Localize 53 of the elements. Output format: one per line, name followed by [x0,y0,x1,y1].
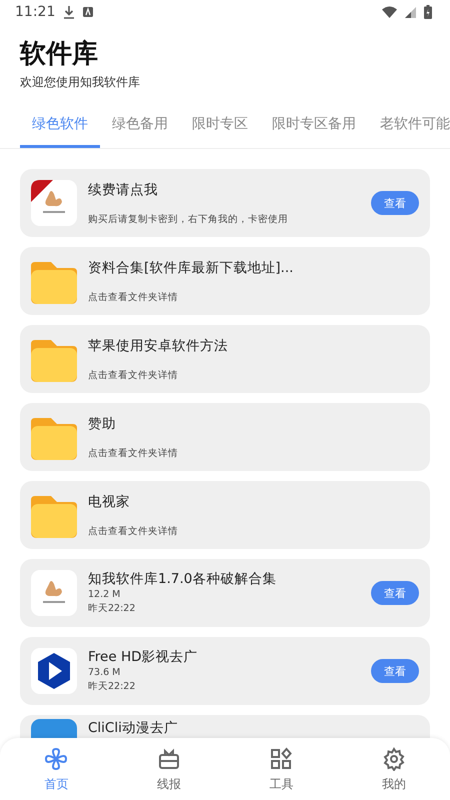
item-description: 购买后请复制卡密到，右下角我的，卡密使用 [88,212,289,226]
download-icon [63,5,76,19]
file-date: 昨天22:22 [88,602,136,616]
list-card[interactable]: 知我软件库1.7.0各种破解合集 12.2 M 昨天22:22 查看 [20,559,430,627]
view-button[interactable]: 查看 [371,191,419,215]
category-tab[interactable]: 老软件可能 [368,105,450,148]
item-title: CliCli动漫去广 [88,719,179,737]
play-app-icon [31,648,77,694]
nav-tab[interactable]: 工具 [225,738,338,800]
page-subtitle: 欢迎您使用知我软件库 [20,74,141,91]
list-card[interactable]: CliCli动漫去广 [20,715,430,738]
gift-icon [156,747,181,771]
list-card[interactable]: 续费请点我 购买后请复制卡密到，右下角我的，卡密使用 查看 [20,169,430,237]
apps-grid-icon [269,747,294,771]
wifi-icon [382,6,397,18]
list-card[interactable]: 电视家 点击查看文件夹详情 [20,481,430,549]
page-title: 软件库 [20,38,99,71]
signal-icon [405,6,416,18]
view-button[interactable]: 查看 [371,581,419,605]
rabbit-logo-icon [31,180,77,226]
item-description: 点击查看文件夹详情 [88,446,179,460]
nav-tab[interactable]: 线报 [112,738,225,800]
list-card[interactable]: 苹果使用安卓软件方法 点击查看文件夹详情 [20,325,430,393]
item-title: Free HD影视去广 [88,648,198,666]
category-tab[interactable]: 绿色软件 [20,105,100,148]
rabbit-logo-icon [31,570,77,616]
list-card[interactable]: 资料合集[软件库最新下载地址]... 点击查看文件夹详情 [20,247,430,315]
item-title: 电视家 [88,492,131,510]
file-date: 昨天22:22 [88,680,136,694]
category-tab[interactable]: 限时专区备用 [260,105,368,148]
category-tab[interactable]: 绿色备用 [100,105,180,148]
item-title: 苹果使用安卓软件方法 [88,336,229,354]
item-description: 点击查看文件夹详情 [88,368,179,382]
file-size: 12.2 M [88,588,122,602]
item-description: 点击查看文件夹详情 [88,290,179,304]
notification-icon [83,7,94,17]
list-card[interactable]: 赞助 点击查看文件夹详情 [20,403,430,471]
pinwheel-icon [44,747,68,771]
item-title: 续费请点我 [88,180,159,198]
app-icon [31,719,77,738]
file-size: 73.6 M [88,666,122,680]
nav-tab[interactable]: 我的 [338,738,450,800]
list-card[interactable]: Free HD影视去广 73.6 M 昨天22:22 查看 [20,637,430,705]
battery-icon [424,5,432,19]
item-title: 知我软件库1.7.0各种破解合集 [88,570,278,588]
status-time: 11:21 [15,4,56,20]
item-description: 点击查看文件夹详情 [88,524,179,538]
nav-tab[interactable]: 首页 [0,738,112,800]
category-tab[interactable]: 限时专区 [180,105,260,148]
settings-icon [382,747,406,771]
view-button[interactable]: 查看 [371,659,419,683]
item-title: 资料合集[软件库最新下载地址]... [88,258,294,276]
item-title: 赞助 [88,414,117,432]
